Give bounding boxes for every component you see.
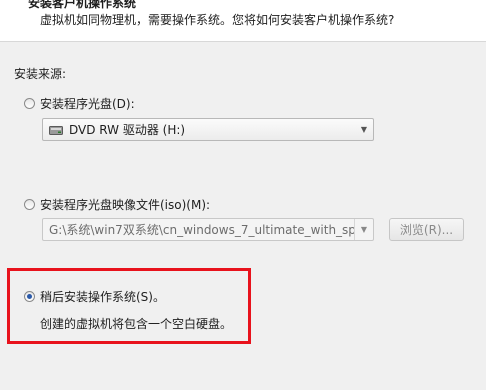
chevron-down-icon[interactable]: ▼ (354, 219, 373, 240)
radio-label-disc: 安装程序光盘(D): (40, 97, 135, 111)
dvd-drive-icon (49, 125, 63, 135)
radio-button-later[interactable] (24, 291, 35, 302)
highlight-annotation-box (7, 268, 251, 344)
wizard-header: 安装客户机操作系统 虚拟机如同物理机，需要操作系统。您将如何安装客户机操作系统? (0, 0, 486, 42)
chevron-down-icon[interactable]: ▼ (355, 119, 373, 140)
radio-label-later: 稍后安装操作系统(S)。 (40, 290, 165, 304)
iso-path-combobox[interactable]: G:\系统\win7双系统\cn_windows_7_ultimate_with… (42, 218, 374, 241)
drive-select-value: DVD RW 驱动器 (H:) (69, 123, 186, 137)
radio-iso-image[interactable]: 安装程序光盘映像文件(iso)(M): (24, 196, 210, 213)
iso-path-value: G:\系统\win7双系统\cn_windows_7_ultimate_with… (49, 223, 354, 237)
browse-button[interactable]: 浏览(R)... (389, 218, 464, 241)
radio-button-disc[interactable] (24, 98, 35, 109)
drive-select-content: DVD RW 驱动器 (H:) (43, 121, 355, 138)
radio-install-later[interactable]: 稍后安装操作系统(S)。 (24, 288, 165, 305)
radio-button-iso[interactable] (24, 199, 35, 210)
drive-select[interactable]: DVD RW 驱动器 (H:) ▼ (42, 118, 374, 141)
header-title: 安装客户机操作系统 (28, 0, 137, 10)
install-source-label: 安装来源: (14, 67, 67, 81)
radio-label-iso: 安装程序光盘映像文件(iso)(M): (40, 198, 211, 212)
header-description: 虚拟机如同物理机，需要操作系统。您将如何安装客户机操作系统? (40, 13, 395, 27)
new-vm-wizard-page: 安装客户机操作系统 虚拟机如同物理机，需要操作系统。您将如何安装客户机操作系统?… (0, 0, 486, 390)
radio-installer-disc[interactable]: 安装程序光盘(D): (24, 95, 135, 112)
install-later-description: 创建的虚拟机将包含一个空白硬盘。 (40, 317, 233, 331)
